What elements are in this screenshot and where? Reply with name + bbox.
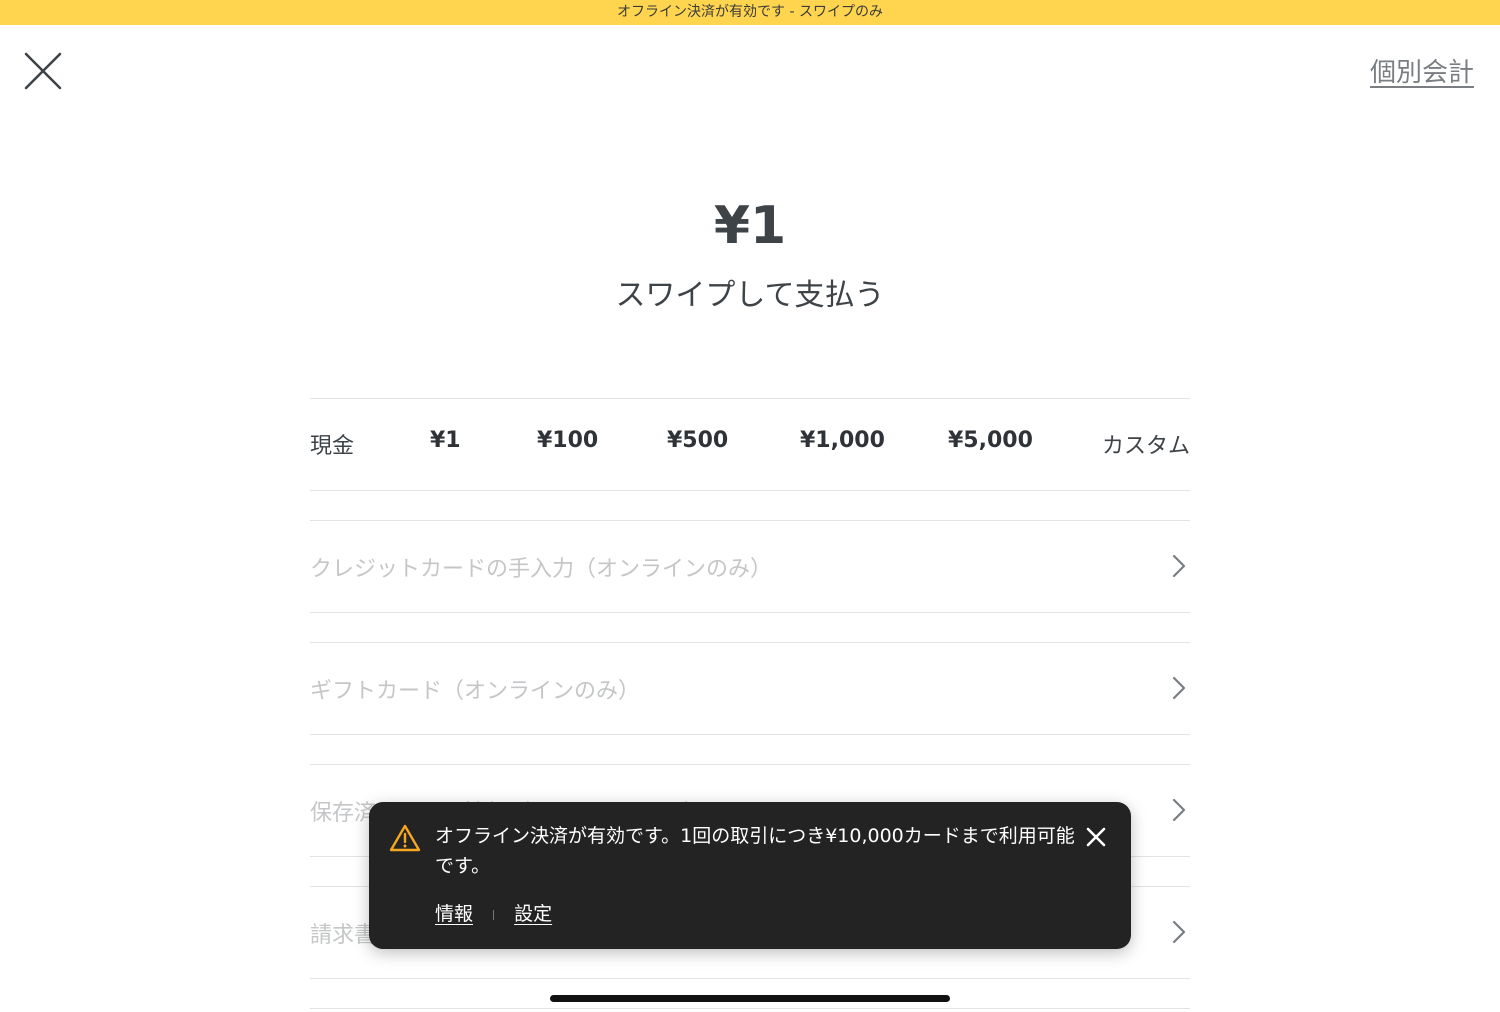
swipe-prompt: スワイプして支払う bbox=[615, 278, 885, 313]
toast-links: 情報 設定 bbox=[435, 899, 552, 926]
toast-close-button[interactable] bbox=[1085, 826, 1107, 848]
payment-amount: ¥1 bbox=[713, 196, 787, 256]
link-separator bbox=[493, 909, 495, 920]
cash-custom-button[interactable]: カスタム bbox=[1102, 428, 1190, 460]
cash-quick-amounts: 現金 ¥1 ¥100 ¥500 ¥1,000 ¥5,000 カスタム bbox=[310, 398, 1190, 491]
cash-option-1[interactable]: ¥1 bbox=[430, 428, 461, 453]
close-button[interactable] bbox=[22, 50, 64, 92]
home-indicator[interactable] bbox=[550, 995, 950, 1002]
cash-option-1000[interactable]: ¥1,000 bbox=[800, 428, 885, 453]
method-manual-card[interactable]: クレジットカードの手入力（オンラインのみ） bbox=[310, 520, 1190, 613]
toast-message: オフライン決済が有効です。1回の取引につき¥10,000カードまで利用可能です。 bbox=[435, 825, 1075, 877]
method-label: クレジットカードの手入力（オンラインのみ） bbox=[310, 557, 773, 582]
chevron-right-icon bbox=[1172, 920, 1186, 944]
cash-option-100[interactable]: ¥100 bbox=[537, 428, 598, 453]
cash-option-5000[interactable]: ¥5,000 bbox=[948, 428, 1033, 453]
divider bbox=[310, 1008, 1190, 1009]
method-label: ギフトカード（オンラインのみ） bbox=[310, 679, 641, 704]
close-icon bbox=[24, 52, 62, 90]
offline-banner: オフライン決済が有効です - スワイプのみ bbox=[0, 0, 1500, 25]
chevron-right-icon bbox=[1172, 798, 1186, 822]
cash-label: 現金 bbox=[310, 434, 355, 459]
warning-icon bbox=[389, 824, 421, 852]
method-label: 請求書 bbox=[310, 923, 377, 948]
method-gift-card[interactable]: ギフトカード（オンラインのみ） bbox=[310, 642, 1190, 735]
close-icon bbox=[1086, 827, 1106, 847]
info-link[interactable]: 情報 bbox=[435, 903, 473, 925]
chevron-right-icon bbox=[1172, 554, 1186, 578]
offline-toast: オフライン決済が有効です。1回の取引につき¥10,000カードまで利用可能です。… bbox=[369, 802, 1131, 949]
split-payment-link[interactable]: 個別会計 bbox=[1370, 52, 1474, 89]
chevron-right-icon bbox=[1172, 676, 1186, 700]
settings-link[interactable]: 設定 bbox=[514, 903, 552, 925]
cash-option-500[interactable]: ¥500 bbox=[667, 428, 728, 453]
